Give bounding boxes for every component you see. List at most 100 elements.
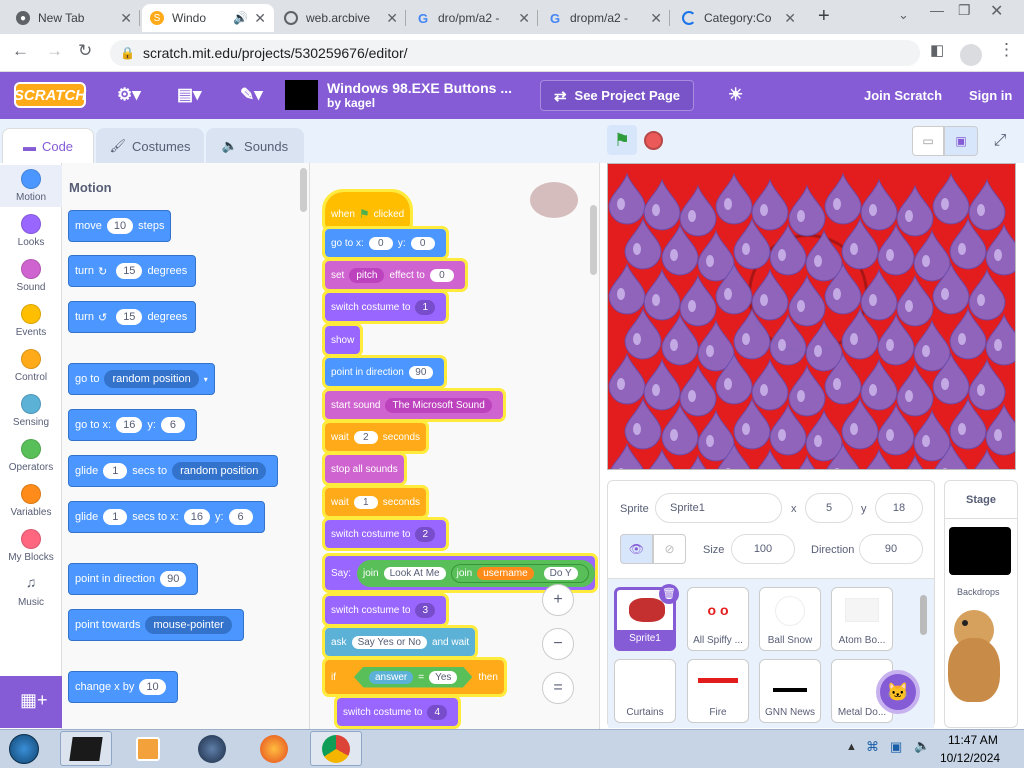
browser-tab-new-tab[interactable]: ● New Tab ✕ [8, 4, 140, 32]
input[interactable]: 0 [429, 268, 454, 282]
browser-tab-webarchive[interactable]: web.arcbive ✕ [276, 4, 406, 32]
category-my-blocks[interactable]: My Blocks [0, 529, 62, 563]
block-start-sound[interactable]: start sound The Microsoft Sound [322, 388, 506, 422]
tab-sounds[interactable]: 🔈 Sounds [206, 128, 304, 164]
close-icon[interactable]: ✕ [254, 10, 266, 27]
script-scrollbar[interactable] [590, 205, 597, 275]
clock-time[interactable]: 11:47 AM [948, 733, 998, 747]
sprite-name-field[interactable]: Sprite1 [655, 493, 782, 523]
input[interactable]: 1 [103, 463, 128, 479]
green-flag-button[interactable]: ⚑ [607, 125, 637, 155]
volume-tray-icon[interactable]: 🔈 [914, 738, 930, 754]
profile-avatar[interactable] [960, 44, 982, 66]
input[interactable]: Say Yes or No [351, 635, 427, 649]
block-show[interactable]: show [321, 323, 364, 357]
sign-in-link[interactable]: Sign in [969, 88, 1012, 103]
zoom-out-button[interactable]: − [542, 628, 574, 660]
close-icon[interactable]: ✕ [386, 10, 398, 27]
block-turn-right[interactable]: turn ↻ 15 degrees [68, 255, 196, 287]
browser-tab-google-2[interactable]: G dropm/a2 - ✕ [540, 4, 670, 32]
block-wait-2[interactable]: wait 2 seconds [321, 420, 430, 454]
close-icon[interactable]: ✕ [650, 10, 662, 27]
join-operator[interactable]: join Look At Me join username Do Y [357, 559, 595, 587]
input[interactable]: 10 [106, 218, 134, 234]
input[interactable]: 90 [160, 571, 187, 587]
dropdown[interactable]: The Microsoft Sound [385, 397, 492, 413]
palette-scrollbar[interactable] [300, 168, 307, 212]
category-looks[interactable]: Looks [0, 214, 62, 248]
block-set-effect[interactable]: set pitch effect to 0 [322, 258, 468, 292]
block-switch-costume-2[interactable]: switch costume to 2 [321, 517, 450, 551]
join-operator[interactable]: join username Do Y [450, 563, 589, 583]
taskbar-app-1[interactable] [60, 731, 112, 766]
tab-costumes[interactable]: 🖌 Costumes [96, 128, 204, 164]
category-operators[interactable]: Operators [0, 439, 62, 473]
category-music[interactable]: ♫ Music [0, 574, 62, 608]
input[interactable]: Yes [429, 670, 458, 684]
dropdown[interactable]: 2 [415, 526, 436, 542]
forward-icon[interactable]: → [46, 41, 63, 61]
tips-lightbulb-icon[interactable]: ☀ [728, 85, 743, 105]
project-title[interactable]: Windows 98.EXE Buttons ... [327, 80, 512, 96]
input[interactable]: 1 [353, 495, 378, 509]
input[interactable]: 90 [408, 365, 433, 379]
bluetooth-tray-icon[interactable]: ⌘ [866, 739, 879, 755]
close-icon[interactable]: ✕ [518, 10, 530, 27]
show-hidden-icons[interactable]: ▲ [846, 741, 857, 753]
block-glide-xy[interactable]: glide 1 secs to x: 16 y: 6 [68, 501, 265, 533]
browser-tab-category[interactable]: Category:Co ✕ [674, 4, 804, 32]
category-sensing[interactable]: Sensing [0, 394, 62, 428]
taskbar-app-3[interactable] [186, 731, 238, 766]
add-extension-button[interactable]: ▦+ [0, 676, 62, 728]
input[interactable]: Look At Me [383, 566, 446, 580]
input[interactable]: 10 [139, 679, 166, 695]
sprite-tile-atom-bo[interactable]: Atom Bo... [831, 587, 893, 651]
edit-menu-icon[interactable]: ✎▾ [240, 85, 263, 105]
sprite-tile-sprite1[interactable]: Sprite1 🗑 [614, 584, 679, 651]
input[interactable]: 15 [116, 309, 143, 325]
join-scratch-link[interactable]: Join Scratch [864, 88, 942, 103]
project-author[interactable]: by kagel [327, 96, 375, 110]
dropdown[interactable]: 4 [427, 704, 448, 720]
dropdown[interactable]: random position [172, 462, 267, 480]
small-stage-button[interactable]: ▭ [912, 126, 944, 156]
clock-date[interactable]: 10/12/2024 [940, 751, 1000, 765]
block-point-towards[interactable]: point towards mouse-pointer [68, 609, 244, 641]
browser-tab-scratch[interactable]: S Windo 🔊 ✕ [142, 4, 274, 32]
stage-canvas[interactable] [607, 163, 1016, 470]
delete-trash-icon[interactable]: 🗑 [659, 584, 679, 604]
input[interactable]: 1 [103, 509, 128, 525]
category-motion[interactable]: Motion [0, 169, 62, 203]
restore-button[interactable]: ❐ [958, 2, 971, 19]
x-field[interactable]: 5 [805, 493, 853, 523]
scratch-logo[interactable]: SCRATCH [14, 82, 86, 108]
sprite-tile-ball-snow[interactable]: Ball Snow [759, 587, 821, 651]
category-events[interactable]: Events [0, 304, 62, 338]
block-go-to[interactable]: go to random position ▾ [68, 363, 215, 395]
category-variables[interactable]: Variables [0, 484, 62, 518]
category-control[interactable]: Control [0, 349, 62, 383]
block-ask[interactable]: ask Say Yes or No and wait [321, 625, 479, 659]
input[interactable]: 6 [160, 417, 185, 433]
input[interactable]: 6 [228, 509, 253, 525]
dropdown[interactable]: 3 [415, 602, 436, 618]
large-stage-button[interactable]: ▣ [944, 126, 978, 156]
block-stop-all-sounds[interactable]: stop all sounds [322, 452, 407, 486]
stage-thumbnail[interactable] [949, 527, 1011, 575]
block-point-direction[interactable]: point in direction 90 [68, 563, 199, 595]
input[interactable]: 2 [353, 430, 378, 444]
settings-gear-icon[interactable]: ⚙▾ [117, 85, 141, 105]
block-glide-random[interactable]: glide 1 secs to random position [68, 455, 279, 487]
input[interactable]: 16 [116, 417, 143, 433]
show-sprite-eye-icon[interactable]: 👁 [620, 534, 653, 564]
side-panel-icon[interactable]: ◧ [930, 41, 944, 59]
variable-reporter[interactable]: username [477, 566, 534, 580]
choose-sprite-button[interactable]: 🐱 [876, 670, 920, 714]
back-icon[interactable]: ← [12, 41, 29, 61]
url-field[interactable]: 🔒 scratch.mit.edu/projects/530259676/edi… [110, 40, 920, 66]
browser-tab-google-1[interactable]: G dro/pm/a2 - ✕ [408, 4, 538, 32]
taskbar-media-player[interactable] [122, 731, 174, 766]
dropdown[interactable]: pitch [349, 267, 385, 283]
close-icon[interactable]: ✕ [784, 10, 796, 27]
see-project-page-button[interactable]: ⇄ See Project Page [540, 80, 694, 111]
